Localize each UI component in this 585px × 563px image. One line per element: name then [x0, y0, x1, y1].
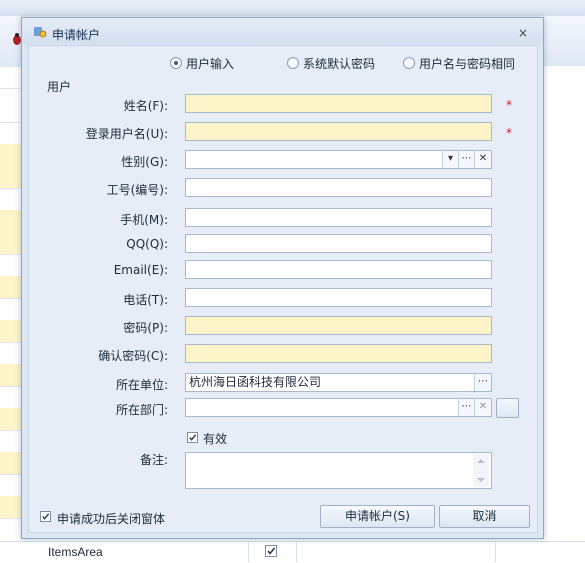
company-label: 所在单位: — [115, 378, 168, 392]
radio-username-equals-password[interactable]: 用户名与密码相同 — [403, 55, 515, 71]
scrollbar[interactable] — [473, 454, 489, 487]
email-label: Email(E): — [113, 263, 168, 277]
radio-user-input[interactable]: 用户输入 — [170, 55, 234, 71]
radio-unselected-icon — [287, 57, 299, 69]
remarks-label: 备注: — [139, 453, 168, 467]
ellipsis-icon[interactable]: ⋯ — [458, 399, 474, 416]
close-button[interactable]: × — [516, 27, 530, 39]
confirm-password-label: 确认密码(C): — [98, 349, 168, 363]
key-user-icon — [33, 25, 47, 39]
grid-cell-checkbox[interactable] — [265, 545, 277, 557]
apply-account-button[interactable]: 申请帐户(S) — [320, 505, 435, 528]
phone-label: 电话(T): — [123, 293, 168, 307]
radio-default-password[interactable]: 系统默认密码 — [287, 55, 375, 71]
required-marker: * — [506, 126, 512, 140]
valid-checkbox[interactable] — [187, 432, 198, 443]
dialog-title: 申请帐户 — [52, 28, 101, 42]
section-title: 用户 — [47, 80, 72, 94]
confirm-password-input[interactable] — [185, 344, 492, 363]
dialog-titlebar[interactable] — [22, 18, 543, 44]
login-label: 登录用户名(U): — [85, 127, 168, 141]
chevron-down-icon[interactable]: ▾ — [442, 151, 458, 168]
ellipsis-icon[interactable]: ⋯ — [458, 151, 474, 168]
clear-icon[interactable]: ✕ — [474, 399, 491, 416]
qq-label: QQ(Q): — [126, 237, 168, 251]
name-input[interactable] — [185, 94, 492, 113]
company-input[interactable]: 杭州海日函科技有限公司 — [185, 373, 492, 392]
valid-label: 有效 — [203, 432, 228, 446]
department-label: 所在部门: — [115, 403, 168, 417]
login-input[interactable] — [185, 122, 492, 141]
radio-unselected-icon — [403, 57, 415, 69]
radio-label: 用户名与密码相同 — [419, 56, 516, 71]
ellipsis-icon[interactable]: ⋯ — [474, 374, 491, 391]
mobile-input[interactable] — [185, 208, 492, 227]
qq-input[interactable] — [185, 234, 492, 253]
password-input[interactable] — [185, 316, 492, 335]
close-after-success-checkbox[interactable] — [40, 511, 51, 522]
grid-cell-text: ItemsArea — [48, 545, 103, 559]
employee-no-input[interactable] — [185, 178, 492, 197]
department-extra-button[interactable] — [496, 398, 519, 418]
phone-input[interactable] — [185, 288, 492, 307]
employee-no-label: 工号(编号): — [106, 183, 168, 197]
cancel-button[interactable]: 取消 — [439, 505, 530, 528]
name-label: 姓名(F): — [123, 99, 168, 113]
mobile-label: 手机(M): — [120, 213, 168, 227]
email-input[interactable] — [185, 260, 492, 279]
radio-label: 用户输入 — [186, 56, 235, 71]
radio-label: 系统默认密码 — [303, 56, 376, 71]
gender-label: 性别(G): — [121, 155, 168, 169]
background-window-top — [0, 0, 585, 16]
radio-selected-icon — [170, 57, 182, 69]
department-input[interactable] — [185, 398, 492, 417]
remarks-textarea[interactable] — [185, 452, 492, 489]
close-after-success-label: 申请成功后关闭窗体 — [57, 512, 166, 526]
clear-icon[interactable]: ✕ — [474, 151, 491, 168]
required-marker: * — [506, 98, 512, 112]
password-label: 密码(P): — [123, 321, 168, 335]
